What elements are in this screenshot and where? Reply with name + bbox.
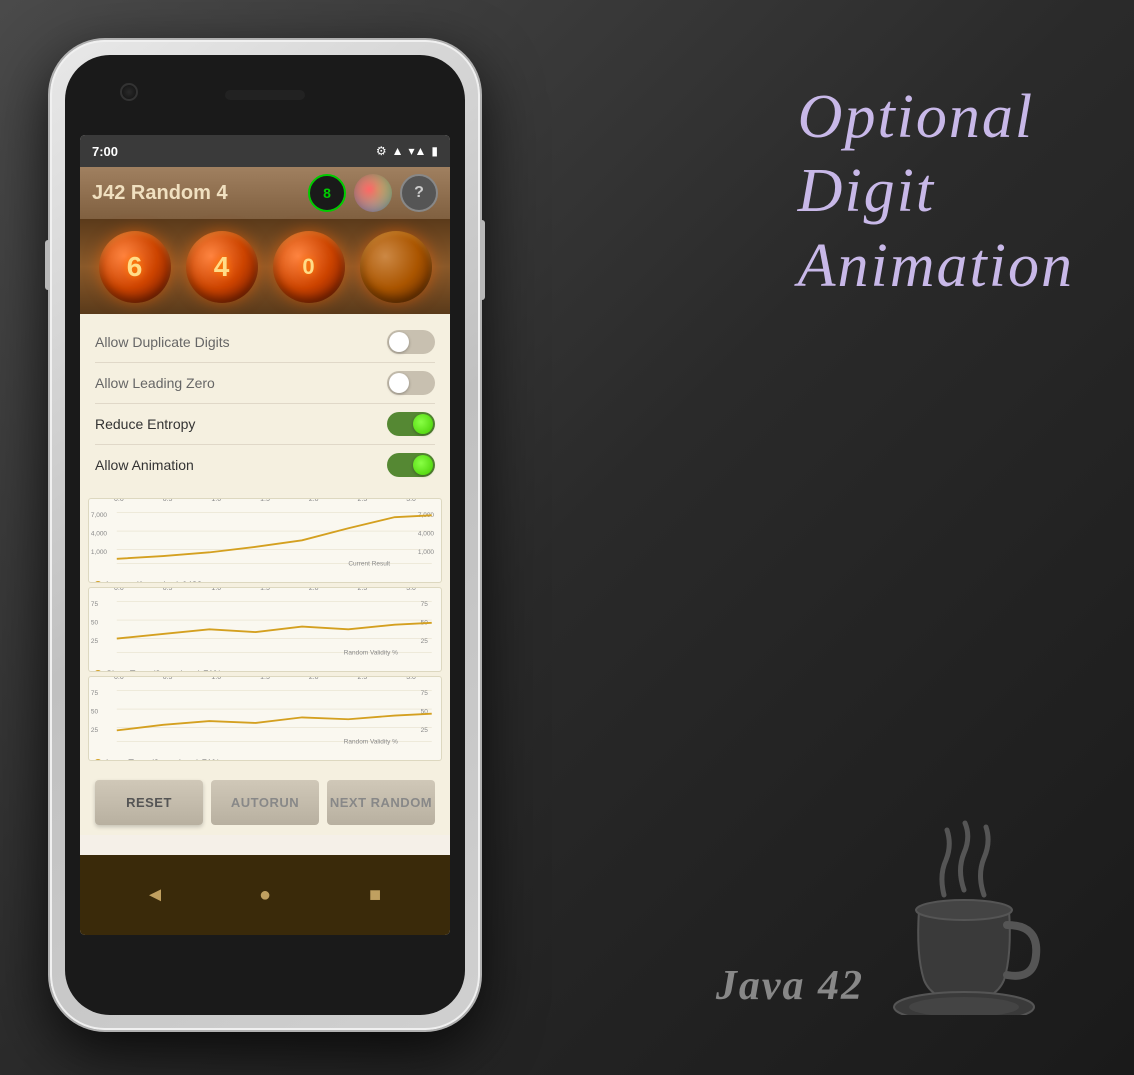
digit-ball-1: 6 [99, 231, 171, 303]
right-panel: Optional Digit Animation [798, 80, 1074, 303]
chart1-svg: 7,000 4,000 1,000 7,000 4,000 1,000 Curr… [89, 503, 441, 573]
toggle-knob-leading-zero [389, 373, 409, 393]
chart1-legend-dot [94, 581, 102, 583]
svg-text:1,000: 1,000 [91, 549, 108, 556]
digit-ball-4 [360, 231, 432, 303]
toggle-knob-duplicate [389, 332, 409, 352]
toggle-label-duplicate: Allow Duplicate Digits [95, 334, 230, 350]
gear-status-icon: ⚙ [376, 144, 387, 158]
app-screen: 7:00 ⚙ ▲ ▾▲ ▮ J42 Random 4 8 ? [80, 135, 450, 935]
svg-text:25: 25 [91, 638, 99, 645]
autorun-button[interactable]: AUTORUN [211, 780, 319, 825]
svg-text:75: 75 [421, 690, 429, 697]
help-button[interactable]: ? [400, 174, 438, 212]
chart3-legend-text: Long Term (3 numbers) 71% [106, 758, 220, 761]
chart2-legend-dot [94, 670, 102, 672]
optional-text-line2: Digit [798, 154, 935, 228]
svg-text:25: 25 [421, 638, 429, 645]
svg-text:4,000: 4,000 [91, 531, 108, 538]
chart-long-term: 0.0 0.5 1.0 1.5 2.0 2.5 3.0 [88, 676, 442, 761]
status-bar: 7:00 ⚙ ▲ ▾▲ ▮ [80, 135, 450, 167]
recent-nav-button[interactable]: ■ [353, 873, 398, 918]
toggle-row-allow-animation: Allow Animation [95, 445, 435, 485]
svg-text:50: 50 [91, 709, 99, 716]
java-brand-text: Java 42 [716, 962, 864, 1010]
toggle-label-reduce-entropy: Reduce Entropy [95, 416, 195, 432]
digit-settings-button[interactable]: 8 [308, 174, 346, 212]
toggle-leading-zero[interactable] [387, 371, 435, 395]
chart-instant: 0.0 0.5 1.0 1.5 2.0 2.5 3.0 [88, 498, 442, 583]
toggle-knob-reduce-entropy [413, 414, 433, 434]
app-header: J42 Random 4 8 ? [80, 167, 450, 219]
chart3-label: Long Term (3 numbers) 71% [89, 756, 441, 761]
svg-text:Current Result: Current Result [348, 560, 390, 567]
svg-text:25: 25 [421, 727, 429, 734]
toggle-reduce-entropy[interactable] [387, 412, 435, 436]
phone-device: 7:00 ⚙ ▲ ▾▲ ▮ J42 Random 4 8 ? [50, 40, 480, 1030]
chart2-label: Short Term (3 numbers) 71% [89, 667, 441, 672]
battery-icon: ▮ [431, 144, 438, 158]
navigation-bar: ◄ ● ■ [80, 855, 450, 935]
speaker-icon [225, 90, 305, 100]
toggle-label-leading-zero: Allow Leading Zero [95, 375, 215, 391]
toggle-duplicate-digits[interactable] [387, 330, 435, 354]
back-nav-button[interactable]: ◄ [133, 873, 178, 918]
volume-button-left[interactable] [45, 240, 50, 290]
optional-text-line3: Animation [798, 229, 1074, 303]
java-cup-icon [874, 815, 1054, 1015]
status-time: 7:00 [92, 144, 118, 159]
status-icons: ⚙ ▲ ▾▲ ▮ [376, 144, 438, 158]
svg-text:7,000: 7,000 [91, 512, 108, 519]
chart-short-term: 0.0 0.5 1.0 1.5 2.0 2.5 3.0 [88, 587, 442, 672]
charts-area: 0.0 0.5 1.0 1.5 2.0 2.5 3.0 [80, 493, 450, 770]
power-button[interactable] [480, 220, 485, 300]
reset-button[interactable]: RESET [95, 780, 203, 825]
toggle-label-allow-animation: Allow Animation [95, 457, 194, 473]
svg-text:75: 75 [421, 601, 429, 608]
svg-text:Random Validity %: Random Validity % [344, 738, 398, 745]
wifi-icon: ▾▲ [408, 144, 426, 158]
home-nav-button[interactable]: ● [243, 873, 288, 918]
toggle-row-reduce-entropy: Reduce Entropy [95, 404, 435, 445]
svg-text:Random Validity %: Random Validity % [344, 649, 398, 656]
svg-text:75: 75 [91, 690, 99, 697]
chart3-legend-dot [94, 759, 102, 761]
svg-text:25: 25 [91, 727, 99, 734]
signal-icon: ▲ [392, 144, 404, 158]
chart2-svg: 75 50 25 75 50 25 Random Validity % [89, 592, 441, 662]
svg-text:4,000: 4,000 [418, 531, 435, 538]
digit-display-area: 6 4 0 [80, 219, 450, 314]
svg-text:1,000: 1,000 [418, 549, 435, 556]
chart1-legend-text: Instant (1 number) 6483 [106, 580, 202, 583]
next-random-button[interactable]: NEXT RANDOM [327, 780, 435, 825]
toggle-allow-animation[interactable] [387, 453, 435, 477]
optional-text-line1: Optional [798, 80, 1034, 154]
camera-icon [120, 83, 138, 101]
header-icons: 8 ? [308, 174, 438, 212]
app-title: J42 Random 4 [92, 182, 228, 205]
color-settings-button[interactable] [354, 174, 392, 212]
settings-area: Allow Duplicate Digits Allow Leading Zer… [80, 314, 450, 493]
chart3-svg: 75 50 25 75 50 25 Random Validity % [89, 681, 441, 751]
chart1-label: Instant (1 number) 6483 [89, 578, 441, 583]
chart2-legend-text: Short Term (3 numbers) 71% [106, 669, 221, 672]
svg-text:50: 50 [91, 620, 99, 627]
phone-body: 7:00 ⚙ ▲ ▾▲ ▮ J42 Random 4 8 ? [50, 40, 480, 1030]
digit-ball-2: 4 [186, 231, 258, 303]
toggle-row-leading-zero: Allow Leading Zero [95, 363, 435, 404]
toggle-knob-allow-animation [413, 455, 433, 475]
toggle-row-duplicate: Allow Duplicate Digits [95, 322, 435, 363]
svg-text:75: 75 [91, 601, 99, 608]
phone-screen-area: 7:00 ⚙ ▲ ▾▲ ▮ J42 Random 4 8 ? [65, 55, 465, 1015]
java-brand: Java 42 [716, 815, 1054, 1015]
action-buttons: RESET AUTORUN NEXT RANDOM [80, 770, 450, 835]
digit-ball-3: 0 [273, 231, 345, 303]
